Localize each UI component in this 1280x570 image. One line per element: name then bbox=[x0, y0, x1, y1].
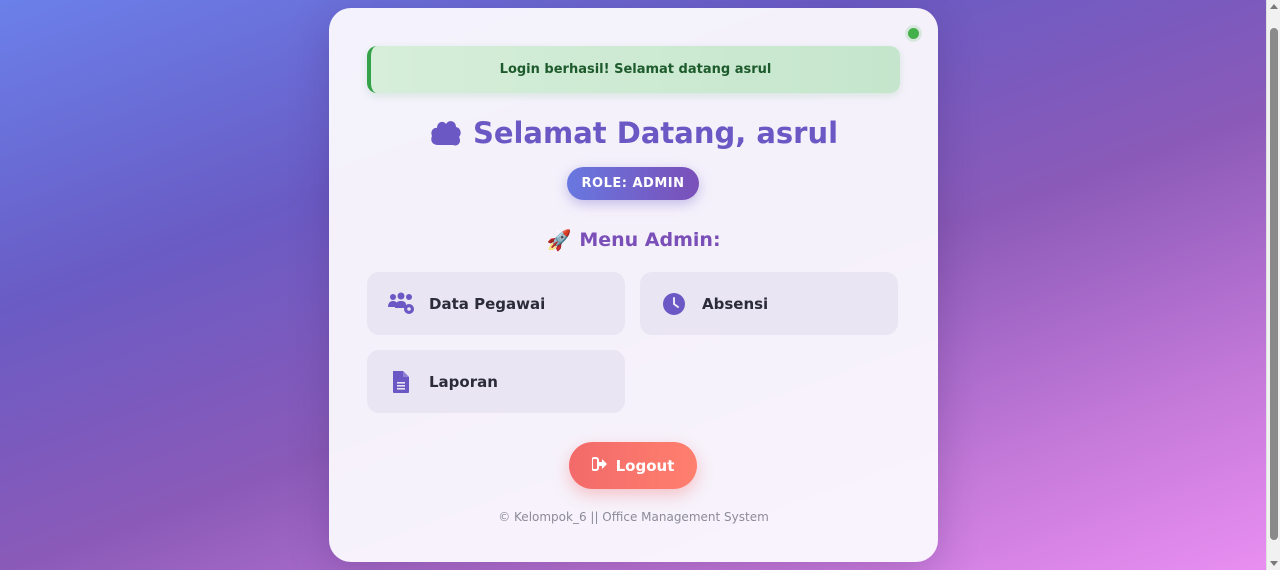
scroll-up-icon[interactable] bbox=[1270, 4, 1278, 9]
menu-item-label: Data Pegawai bbox=[429, 294, 546, 313]
scroll-thumb[interactable] bbox=[1270, 28, 1278, 540]
logout-label: Logout bbox=[615, 456, 675, 475]
users-gear-icon bbox=[387, 290, 415, 318]
menu-item-label: Absensi bbox=[702, 294, 769, 313]
rocket-icon: 🚀 bbox=[546, 228, 572, 252]
menu-title-text: Menu Admin: bbox=[579, 229, 721, 251]
footer-text: © Kelompok_6 || Office Management System bbox=[498, 510, 769, 524]
menu-item-data-pegawai[interactable]: Data Pegawai bbox=[367, 272, 625, 335]
dashboard-card: Login berhasil! Selamat datang asrul Sel… bbox=[329, 8, 938, 562]
online-status-indicator bbox=[908, 28, 919, 39]
vertical-scrollbar[interactable] bbox=[1266, 0, 1280, 570]
menu-item-laporan[interactable]: Laporan bbox=[367, 350, 625, 413]
logout-button[interactable]: Logout bbox=[569, 442, 697, 489]
menu-item-absensi[interactable]: Absensi bbox=[640, 272, 898, 335]
menu-title: 🚀 Menu Admin: bbox=[329, 228, 938, 252]
menu-item-label: Laporan bbox=[429, 372, 498, 391]
welcome-text: Selamat Datang, asrul bbox=[472, 116, 839, 150]
document-icon bbox=[387, 368, 415, 396]
scroll-down-icon[interactable] bbox=[1270, 561, 1278, 566]
sign-out-icon bbox=[590, 456, 608, 475]
alert-message: Login berhasil! Selamat datang asrul bbox=[499, 62, 772, 77]
role-badge: ROLE: ADMIN bbox=[567, 167, 699, 200]
success-alert: Login berhasil! Selamat datang asrul bbox=[367, 46, 900, 93]
cloud-icon bbox=[431, 121, 461, 146]
page-title: Selamat Datang, asrul bbox=[329, 116, 938, 150]
clock-icon bbox=[660, 290, 688, 318]
role-badge-label: ROLE: ADMIN bbox=[581, 176, 685, 191]
